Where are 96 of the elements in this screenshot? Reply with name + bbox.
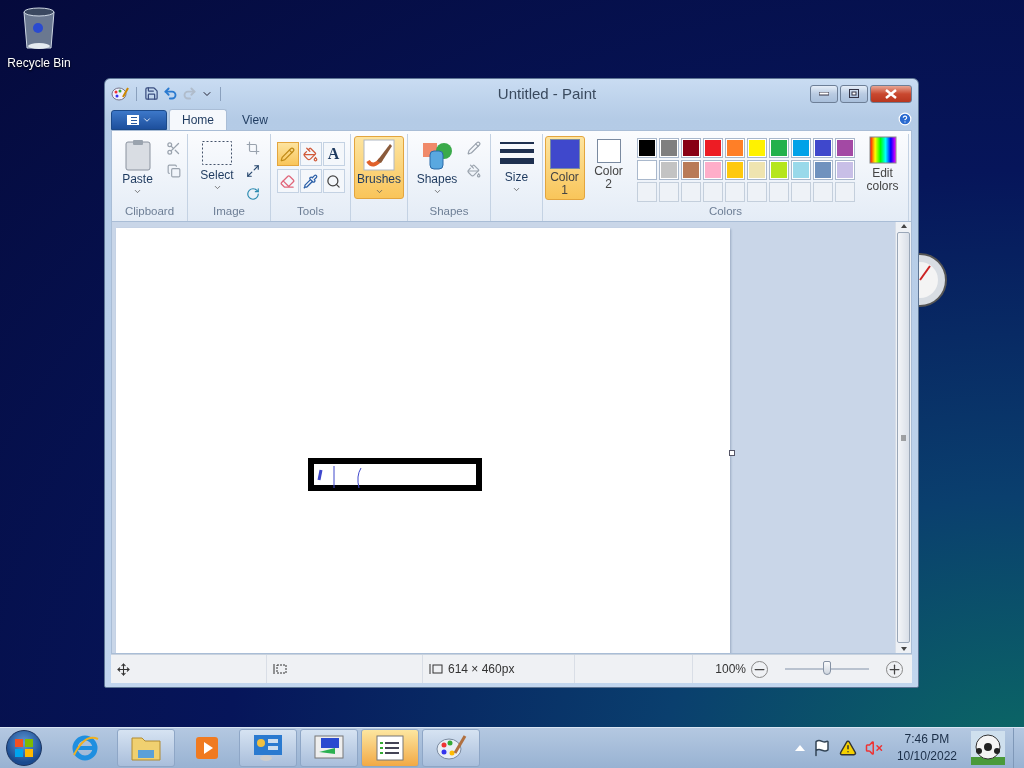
palette-icon[interactable] bbox=[111, 85, 129, 102]
zoom-slider-thumb[interactable] bbox=[823, 661, 831, 675]
start-button[interactable] bbox=[6, 730, 42, 766]
eraser-icon bbox=[280, 173, 295, 189]
zoom-level-text: 100% bbox=[715, 662, 746, 676]
window-title: Untitled - Paint bbox=[496, 85, 598, 102]
clock-date[interactable]: 10/10/2022 bbox=[896, 748, 957, 765]
palette-swatch[interactable] bbox=[746, 160, 767, 180]
warning-icon[interactable] bbox=[838, 739, 857, 757]
caret-icon bbox=[374, 187, 384, 196]
palette-swatch[interactable] bbox=[636, 138, 657, 158]
recycle-bin-icon[interactable] bbox=[21, 6, 57, 52]
palette-swatch[interactable] bbox=[834, 160, 855, 180]
palette-swatch[interactable] bbox=[636, 160, 657, 180]
taskbar-button[interactable] bbox=[300, 729, 358, 767]
clipboard-icon bbox=[124, 139, 151, 171]
group-label: Tools bbox=[297, 205, 324, 219]
vertical-scrollbar[interactable] bbox=[895, 222, 911, 653]
magnifier-icon bbox=[326, 173, 341, 189]
canvas-size-text: 614 × 460px bbox=[448, 662, 515, 676]
restore-icon bbox=[849, 89, 859, 98]
speaker-muted-icon[interactable] bbox=[864, 739, 883, 757]
folder-icon bbox=[130, 734, 162, 762]
pencil-icon bbox=[280, 146, 295, 162]
palette-swatch[interactable] bbox=[812, 160, 833, 180]
palette-swatch[interactable] bbox=[658, 160, 679, 180]
palette-swatch[interactable] bbox=[790, 160, 811, 180]
palette-swatch[interactable] bbox=[746, 138, 767, 158]
minimize-icon bbox=[819, 91, 829, 96]
palette-swatch[interactable] bbox=[658, 138, 679, 158]
resize-handle[interactable] bbox=[729, 450, 735, 456]
user-avatar[interactable] bbox=[971, 731, 1005, 765]
taskbar-button[interactable] bbox=[361, 729, 419, 767]
palette-swatch[interactable] bbox=[702, 160, 723, 180]
close-icon bbox=[885, 88, 897, 99]
group-label: Colors bbox=[708, 205, 743, 219]
palette-swatch[interactable] bbox=[724, 138, 745, 158]
control-panel-icon bbox=[252, 733, 284, 763]
restore-button[interactable] bbox=[840, 84, 868, 103]
caret-icon bbox=[212, 183, 222, 192]
cursor-position-icon bbox=[117, 662, 130, 676]
size-button[interactable]: Size bbox=[494, 136, 539, 197]
selection-icon bbox=[201, 139, 233, 167]
menu-icon bbox=[126, 115, 139, 125]
show-hidden-icons-icon[interactable] bbox=[794, 745, 805, 751]
undo-icon[interactable] bbox=[163, 86, 178, 101]
palette-swatch[interactable] bbox=[768, 160, 789, 180]
text-tool-button[interactable]: A bbox=[322, 142, 345, 166]
caret-icon bbox=[432, 187, 442, 196]
spectrum-icon bbox=[868, 136, 897, 164]
canvas-size-icon bbox=[429, 663, 443, 675]
color-slot-button[interactable]: Color 2 bbox=[588, 136, 629, 194]
palette-swatch[interactable] bbox=[680, 160, 701, 180]
brushes-button[interactable]: Brushes bbox=[354, 136, 404, 199]
browser-icon bbox=[70, 733, 100, 763]
close-button[interactable] bbox=[870, 84, 912, 103]
caret-icon bbox=[512, 185, 521, 194]
edit-colors-button[interactable]: Edit colors bbox=[858, 136, 907, 193]
palette-swatch[interactable] bbox=[724, 160, 745, 180]
caret-icon bbox=[133, 187, 142, 196]
palette-swatch[interactable] bbox=[702, 138, 723, 158]
tool-button[interactable] bbox=[276, 169, 299, 193]
tool-button[interactable] bbox=[322, 169, 345, 193]
palette-swatch[interactable] bbox=[812, 138, 833, 158]
group-label: Image bbox=[213, 205, 245, 219]
ribbon-tab[interactable]: Home bbox=[169, 109, 227, 130]
ribbon-tab[interactable]: View bbox=[229, 109, 281, 130]
app-menu-button[interactable] bbox=[111, 110, 167, 130]
color-picker-icon bbox=[303, 173, 318, 189]
monitor-icon bbox=[313, 734, 345, 762]
media-player-icon bbox=[193, 734, 221, 762]
palette-swatch[interactable] bbox=[834, 138, 855, 158]
brush-icon bbox=[363, 139, 395, 171]
palette-swatch[interactable] bbox=[790, 138, 811, 158]
color-slot-button[interactable]: Color 1 bbox=[544, 136, 585, 200]
save-icon[interactable] bbox=[144, 86, 159, 101]
grip-icon bbox=[901, 434, 906, 441]
palette-swatch[interactable] bbox=[680, 138, 701, 158]
caret-icon bbox=[141, 115, 152, 125]
paint-bucket-icon bbox=[303, 146, 318, 162]
shapes-button[interactable]: Shapes bbox=[414, 136, 460, 199]
paste-button[interactable]: Paste bbox=[115, 136, 160, 199]
tool-button[interactable] bbox=[299, 169, 322, 193]
palette-icon bbox=[435, 733, 467, 763]
tool-button[interactable] bbox=[299, 142, 322, 166]
select-button[interactable]: Select bbox=[195, 136, 239, 195]
list-icon bbox=[375, 734, 405, 762]
desktop-icon-label: Recycle Bin bbox=[7, 56, 71, 70]
flag-icon[interactable] bbox=[812, 739, 831, 757]
selection-size-icon bbox=[273, 663, 287, 675]
windows-logo-icon bbox=[14, 738, 34, 758]
group-label: Shapes bbox=[429, 205, 469, 219]
group-label: Clipboard bbox=[124, 205, 175, 219]
palette-swatch[interactable] bbox=[768, 138, 789, 158]
clock-time[interactable]: 7:46 PM bbox=[904, 731, 950, 748]
help-icon[interactable] bbox=[898, 112, 912, 126]
